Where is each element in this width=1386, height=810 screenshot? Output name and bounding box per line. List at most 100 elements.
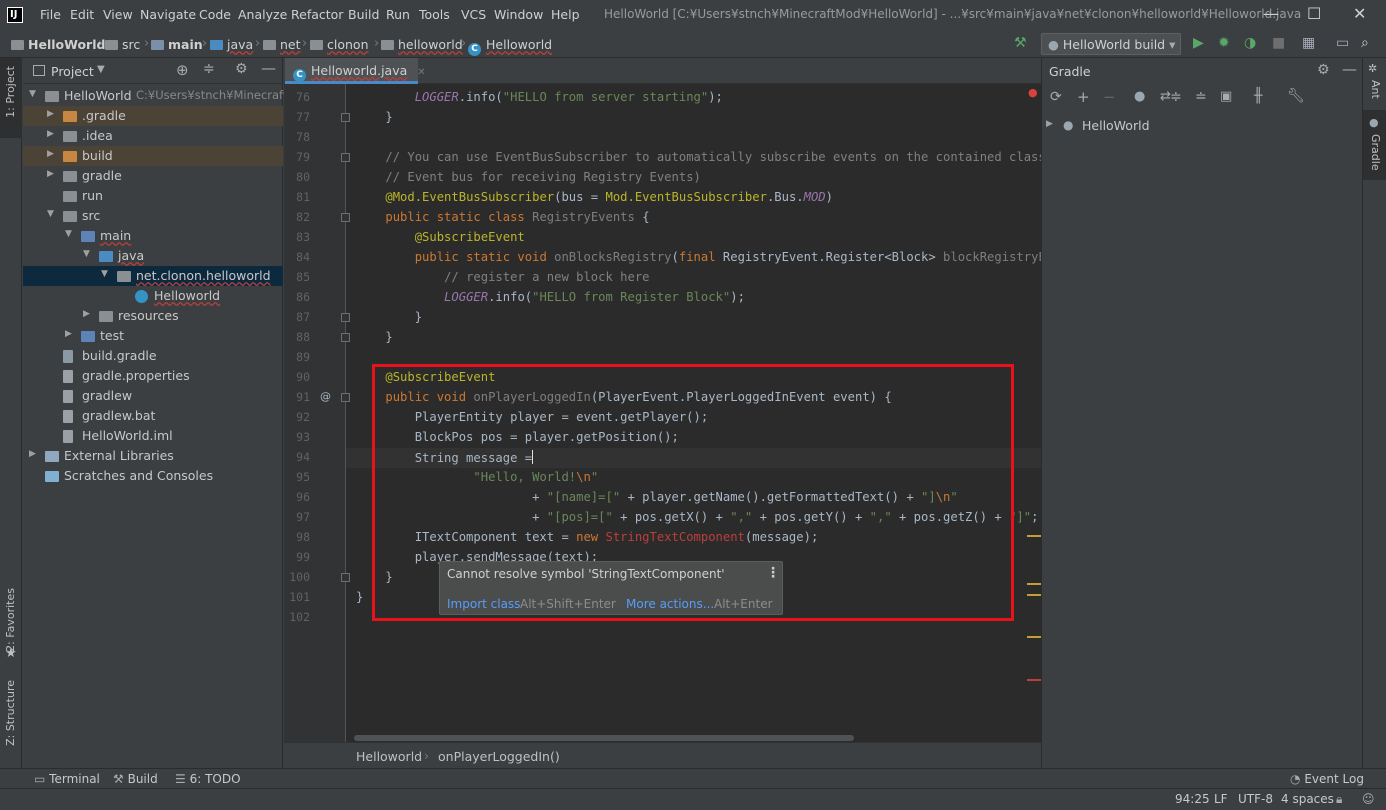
tree-item[interactable]: ▶ test — [23, 326, 283, 346]
horizontal-scrollbar[interactable] — [354, 735, 854, 741]
chevron-right-icon[interactable]: ▶ — [29, 449, 36, 459]
gear-icon[interactable]: ⚙ — [235, 61, 248, 77]
code-line[interactable]: public static void onBlocksRegistry(fina… — [356, 250, 1041, 264]
tree-item[interactable]: ▼ src — [23, 206, 283, 226]
error-marker[interactable] — [1027, 679, 1041, 681]
indent-setting[interactable]: 4 spaces — [1281, 792, 1334, 806]
fold-marker-icon[interactable] — [341, 153, 350, 162]
code-line[interactable]: LOGGER.info("HELLO from Register Block")… — [356, 290, 745, 304]
tree-item[interactable]: gradle.properties — [23, 366, 283, 386]
event-log-tab[interactable]: ◔ Event Log — [1290, 772, 1364, 786]
code-line[interactable]: } — [356, 310, 422, 324]
tree-item[interactable]: gradlew.bat — [23, 406, 283, 426]
inspector-icon[interactable]: ☺ — [1362, 792, 1375, 806]
hammer-build-icon[interactable]: ⚒ — [1014, 35, 1027, 51]
chevron-right-icon[interactable]: ▶ — [47, 109, 54, 119]
tab-ant[interactable]: Ant — [1369, 80, 1382, 99]
tree-item[interactable]: ▶ .idea — [23, 126, 283, 146]
close-tab-icon[interactable]: ✕ — [417, 67, 425, 78]
breadcrumb-java[interactable]: java — [210, 37, 253, 52]
tree-item[interactable]: run — [23, 186, 283, 206]
gradle-tree-item[interactable]: ▶ ● HelloWorld — [1042, 116, 1362, 136]
dependencies-icon[interactable]: ▣ — [1220, 89, 1232, 104]
menu-help[interactable]: Help — [551, 7, 580, 22]
fold-marker-icon[interactable] — [341, 213, 350, 222]
code-line[interactable]: } — [356, 590, 363, 604]
more-actions-link[interactable]: More actions... — [626, 597, 714, 611]
code-line[interactable]: public static class RegistryEvents { — [356, 210, 649, 224]
tree-item[interactable]: Helloworld — [23, 286, 283, 306]
code-line[interactable]: // Event bus for receiving Registry Even… — [356, 170, 701, 184]
breadcrumb-src[interactable]: src — [105, 37, 140, 52]
breadcrumb-helloworld[interactable]: helloworld — [381, 37, 463, 52]
tree-item[interactable]: ▼ net.clonon.helloworld — [23, 266, 283, 286]
breadcrumb-method[interactable]: onPlayerLoggedIn() — [438, 749, 560, 764]
code-line[interactable]: } — [356, 330, 392, 344]
error-indicator-icon[interactable]: ● — [1028, 86, 1038, 99]
warning-marker[interactable] — [1027, 636, 1041, 638]
warning-marker[interactable] — [1027, 594, 1041, 596]
terminal-tab[interactable]: ▭ Terminal — [34, 772, 100, 786]
tab-gradle[interactable]: Gradle — [1369, 134, 1382, 171]
build-tab[interactable]: ⚒ Build — [113, 772, 158, 786]
search-icon[interactable]: ⌕ — [1361, 35, 1369, 51]
minimize-button[interactable]: — — [1263, 4, 1279, 23]
fold-marker-icon[interactable] — [341, 113, 350, 122]
menu-edit[interactable]: Edit — [70, 7, 94, 22]
menu-navigate[interactable]: Navigate — [140, 7, 196, 22]
more-options-icon[interactable]: ⋮ — [766, 565, 780, 581]
chevron-right-icon[interactable]: ▶ — [47, 169, 54, 179]
chevron-right-icon[interactable]: ▶ — [47, 129, 54, 139]
file-encoding[interactable]: UTF-8 — [1238, 792, 1273, 806]
breadcrumb-class[interactable]: Helloworld — [356, 749, 422, 764]
annotation-gutter-icon[interactable]: @ — [320, 390, 331, 403]
chevron-down-icon[interactable]: ▼ — [97, 64, 105, 75]
breadcrumb-project[interactable]: HelloWorld — [11, 37, 105, 52]
tree-item[interactable]: ▼ HelloWorld C:¥Users¥stnch¥MinecraftMo — [23, 86, 304, 106]
code-line[interactable]: } — [356, 110, 392, 124]
breadcrumb-class[interactable]: C Helloworld — [468, 37, 552, 56]
run-icon[interactable]: ▶ — [1193, 35, 1204, 51]
fold-marker-icon[interactable] — [341, 393, 350, 402]
tree-item[interactable]: build.gradle — [23, 346, 283, 366]
coverage-icon[interactable]: ◑ — [1244, 35, 1256, 51]
tab-favorites[interactable]: 2: Favorites — [4, 588, 17, 652]
menu-file[interactable]: File — [40, 7, 61, 22]
expand-icon[interactable]: ≑ — [1170, 89, 1182, 105]
chevron-right-icon[interactable]: ▶ — [47, 149, 54, 159]
tree-item[interactable]: ▶ build — [23, 146, 283, 166]
tree-item[interactable]: Scratches and Consoles — [23, 466, 283, 486]
collapse-icon[interactable]: ≐ — [1195, 89, 1207, 105]
tree-item[interactable]: ▶ .gradle — [23, 106, 283, 126]
tab-helloworld-java[interactable]: C Helloworld.java ✕ — [285, 58, 426, 84]
stop-icon[interactable]: ■ — [1272, 35, 1285, 51]
chevron-right-icon[interactable]: ▶ — [83, 309, 90, 319]
import-class-link[interactable]: Import class — [447, 597, 520, 611]
wrench-icon[interactable]: 🔧︎ — [1287, 88, 1305, 104]
gear-icon[interactable]: ⚙ — [1317, 62, 1330, 78]
menu-analyze[interactable]: Analyze — [238, 7, 287, 22]
warning-marker[interactable] — [1027, 535, 1041, 537]
code-line[interactable]: @SubscribeEvent — [356, 230, 525, 244]
tree-item[interactable]: ▶ resources — [23, 306, 283, 326]
collapse-all-icon[interactable]: ≑ — [203, 61, 215, 77]
locate-icon[interactable]: ⊕ — [176, 61, 189, 79]
chevron-down-icon[interactable]: ▼ — [47, 209, 54, 219]
tree-item[interactable]: ▶ gradle — [23, 166, 283, 186]
code-line[interactable]: @Mod.EventBusSubscriber(bus = Mod.EventB… — [356, 190, 833, 204]
tab-structure[interactable]: Z: Structure — [4, 680, 17, 746]
refresh-icon[interactable]: ⟳ — [1050, 89, 1062, 105]
fold-marker-icon[interactable] — [341, 573, 350, 582]
close-button[interactable]: ✕ — [1353, 4, 1366, 23]
fold-marker-icon[interactable] — [341, 333, 350, 342]
remove-icon[interactable]: − — [1103, 88, 1116, 106]
chevron-down-icon[interactable]: ▼ — [29, 89, 36, 99]
tree-item[interactable]: ▼ main — [23, 226, 283, 246]
code-line[interactable]: // register a new block here — [356, 270, 649, 284]
debug-icon[interactable]: ✹ — [1218, 35, 1230, 51]
breadcrumb-main[interactable]: main — [151, 37, 203, 52]
breadcrumb-clonon[interactable]: clonon — [310, 37, 369, 52]
expand-arrow-icon[interactable]: ▶ — [1046, 119, 1053, 129]
menu-code[interactable]: Code — [199, 7, 231, 22]
menu-window[interactable]: Window — [494, 7, 543, 22]
